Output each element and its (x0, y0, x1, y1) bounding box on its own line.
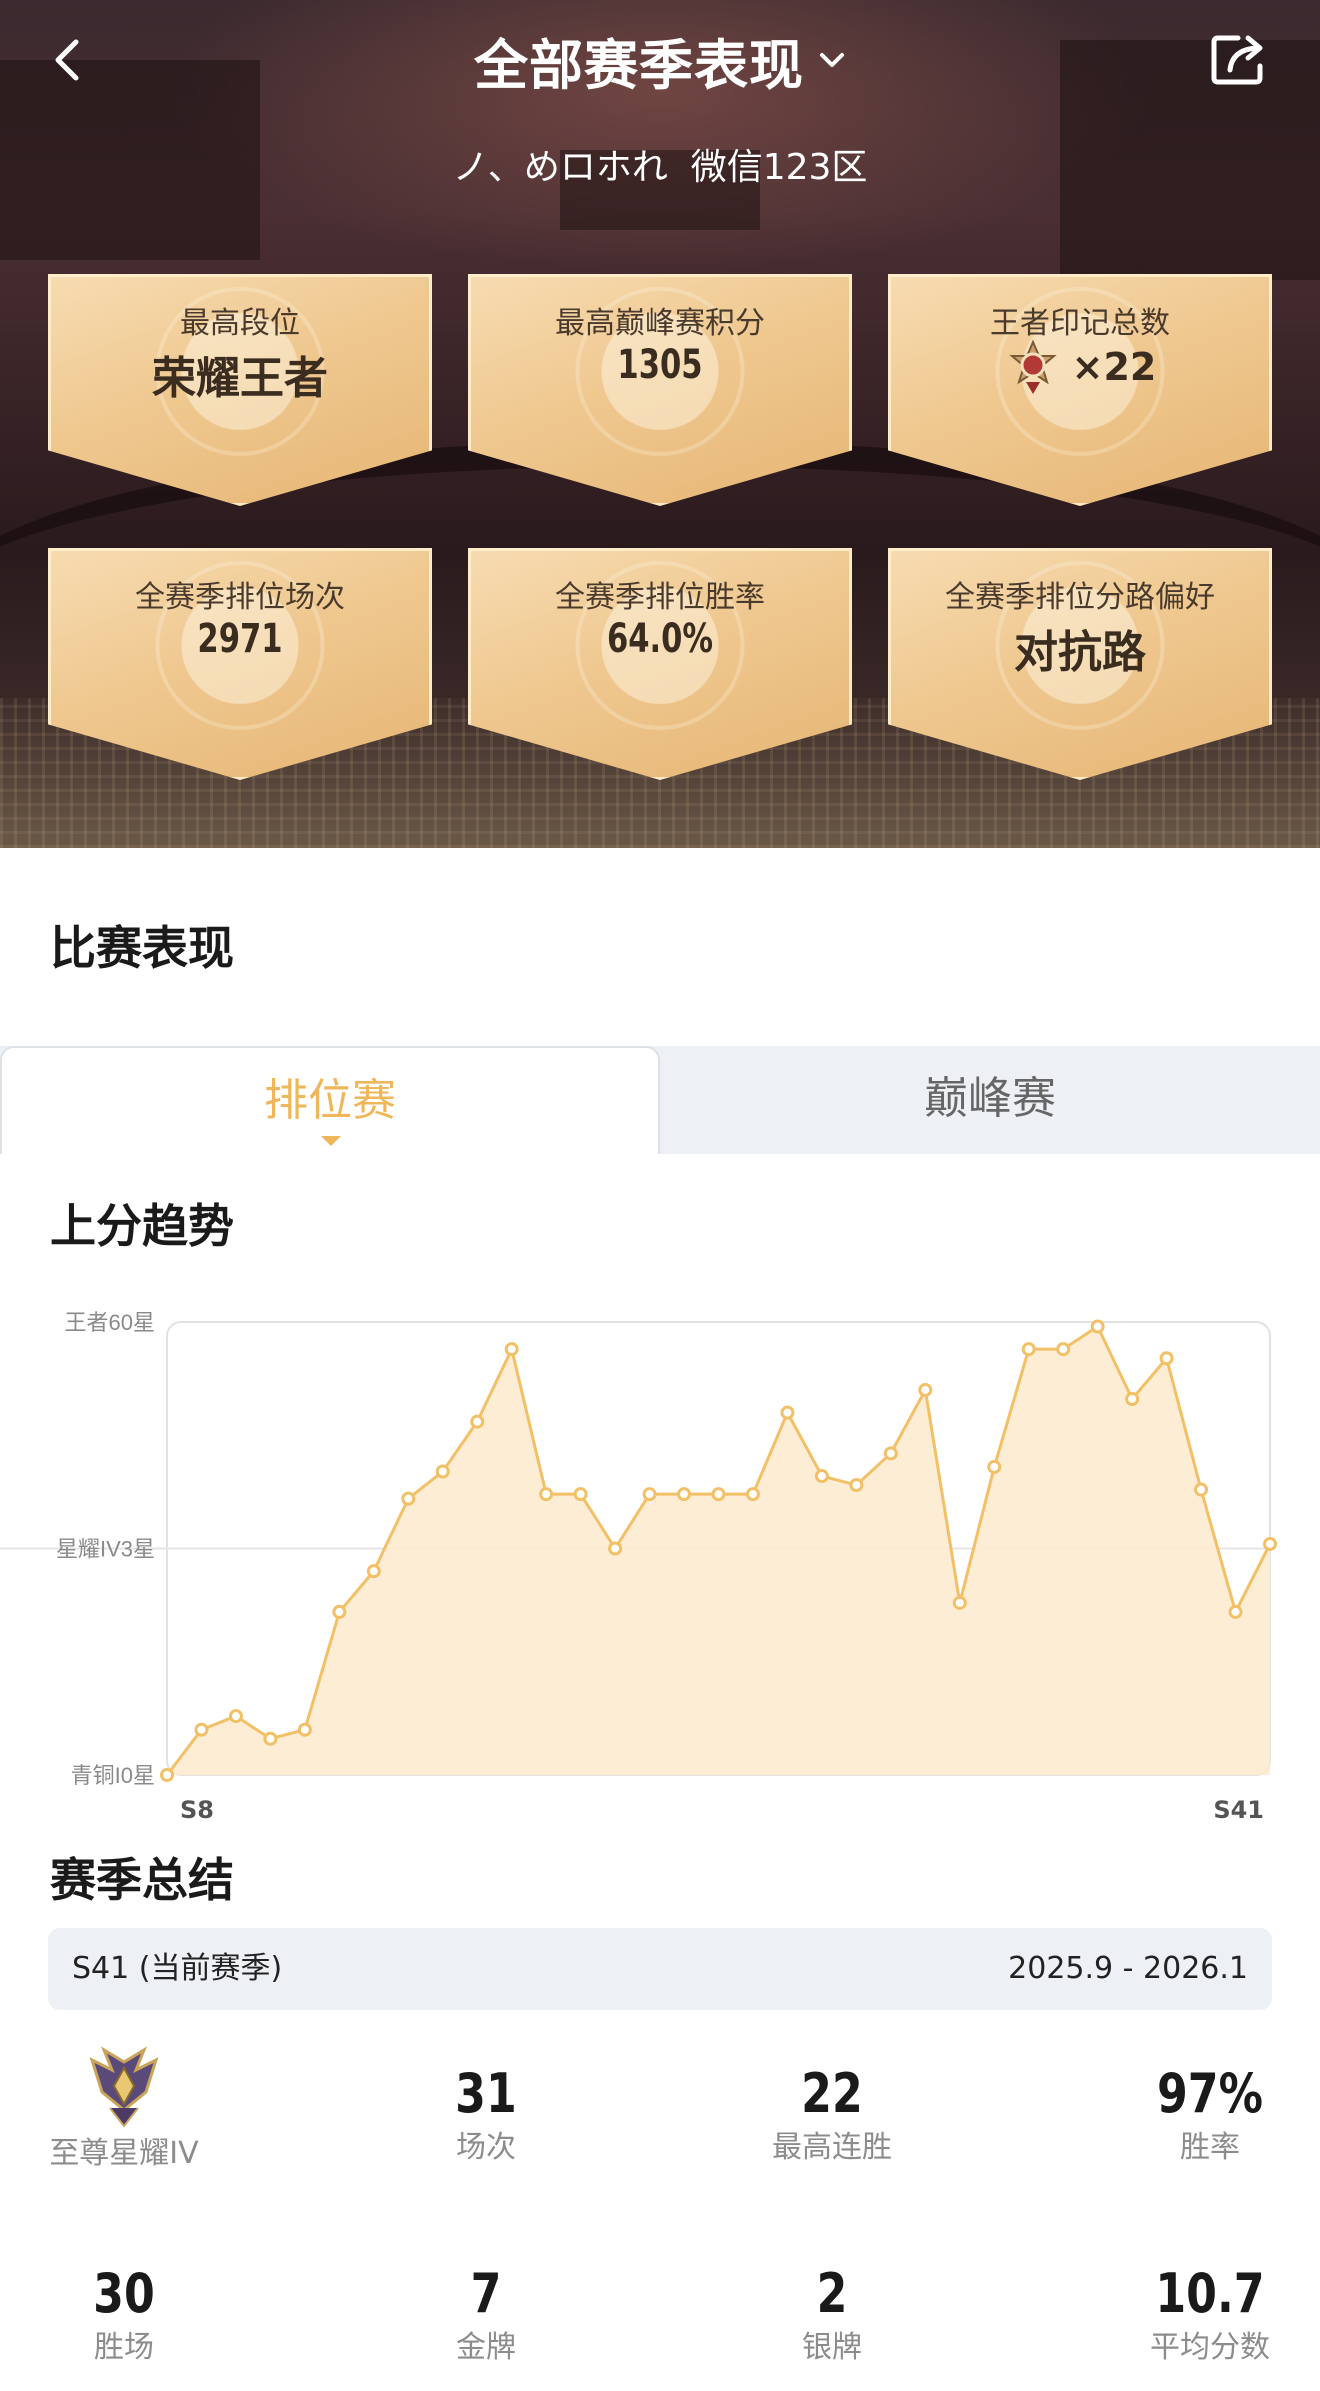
data-point (194, 1722, 209, 1737)
rank-label: 至尊星耀IV (49, 2136, 199, 2171)
stat-label: 平均分数 (1150, 2330, 1270, 2365)
data-point (1159, 1351, 1174, 1366)
stat-games: 31 场次 (366, 2064, 606, 2168)
data-point (1090, 1319, 1105, 1334)
stat-label: 最高连胜 (772, 2130, 892, 2165)
data-point (263, 1731, 278, 1746)
data-point (883, 1446, 898, 1461)
tab-ranked[interactable]: 排位赛 (0, 1046, 660, 1154)
card-value: 荣耀王者 (152, 353, 328, 404)
tab-label: 排位赛 (264, 1075, 396, 1126)
card-label: 全赛季排位场次 (135, 580, 345, 615)
tab-label: 巅峰赛 (924, 1073, 1056, 1124)
data-point (401, 1491, 416, 1506)
data-point (1228, 1604, 1243, 1619)
data-point (608, 1541, 623, 1556)
data-point (780, 1405, 795, 1420)
stat-label: 胜场 (94, 2330, 154, 2365)
data-point (1125, 1392, 1140, 1407)
data-point (1194, 1482, 1209, 1497)
player-info: ノ、めロホれ 微信123区 (452, 147, 868, 188)
data-point (1021, 1342, 1036, 1357)
x-tick-label: S8 (180, 1796, 214, 1824)
y-tick-label: 王者60星 (65, 1310, 155, 1335)
stat-value: 7 (470, 2262, 502, 2325)
data-point (332, 1604, 347, 1619)
data-point (918, 1382, 933, 1397)
data-point (1056, 1342, 1071, 1357)
card-value: 64.0% (606, 616, 714, 662)
stat-longest-streak: 22 最高连胜 (712, 2064, 952, 2168)
data-point (952, 1595, 967, 1610)
data-point (539, 1487, 554, 1502)
card-label: 最高巅峰赛积分 (555, 306, 765, 341)
stat-label: 场次 (456, 2130, 516, 2165)
data-point (160, 1768, 174, 1782)
stat-win-rate: 97% 胜率 (1090, 2064, 1320, 2168)
data-point (1263, 1536, 1277, 1551)
mode-tabs: 排位赛 巅峰赛 (0, 1046, 1320, 1154)
card-value: 2971 (197, 616, 283, 662)
tab-peak[interactable]: 巅峰赛 (660, 1046, 1320, 1154)
page-title: 全部赛季表现 (474, 33, 804, 97)
rank-trend-chart: 青铜I0星 星耀IV3星 王者60星 S8 S41 (0, 1310, 1277, 1824)
hero-banner: 全部赛季表现 ノ、めロホれ 微信123区 最高段位 荣耀王者 最高巅峰赛积分 1… (0, 0, 1320, 848)
data-point (435, 1464, 450, 1479)
data-point (814, 1469, 829, 1484)
card-value: 1305 (617, 342, 703, 388)
card-label: 全赛季排位胜率 (555, 580, 765, 615)
data-point (470, 1414, 485, 1429)
data-point (849, 1478, 864, 1493)
card-label: 最高段位 (180, 306, 300, 341)
card-value: ×22 (1071, 345, 1157, 389)
card-label: 全赛季排位分路偏好 (945, 580, 1215, 615)
data-point (745, 1487, 760, 1502)
rank-label-stat: 至尊星耀IV (4, 2130, 244, 2174)
stat-value: 31 (455, 2062, 517, 2125)
share-icon (1211, 35, 1263, 85)
data-point (573, 1487, 588, 1502)
stat-label: 金牌 (456, 2330, 516, 2365)
season-dates: 2025.9 - 2026.1 (1008, 1951, 1248, 1986)
stat-value: 30 (93, 2262, 155, 2325)
stat-value: 97% (1156, 2062, 1263, 2125)
data-point (987, 1459, 1002, 1474)
season-selector[interactable]: 全部赛季表现 (0, 24, 1320, 97)
stat-silver-medals: 2 银牌 (712, 2264, 952, 2368)
active-tab-indicator (321, 1136, 341, 1146)
data-point (366, 1564, 381, 1579)
data-point (228, 1709, 243, 1724)
season-header[interactable]: S41 (当前赛季) 2025.9 - 2026.1 (48, 1928, 1272, 2010)
section-title-summary: 赛季总结 (50, 1853, 234, 1907)
stat-wins: 30 胜场 (4, 2264, 244, 2368)
stat-label: 银牌 (802, 2330, 862, 2365)
data-point (642, 1487, 657, 1502)
king-mark-icon (1008, 339, 1057, 394)
rank-emblem-icon (89, 2046, 159, 2128)
data-point (504, 1342, 519, 1357)
stat-gold-medals: 7 金牌 (366, 2264, 606, 2368)
king-mark-count: ×22 (888, 338, 1272, 396)
share-button[interactable] (1208, 30, 1270, 88)
card-label: 王者印记总数 (990, 306, 1170, 341)
stat-label: 胜率 (1180, 2130, 1240, 2165)
y-tick-label: 星耀IV3星 (56, 1537, 155, 1562)
season-name: S41 (当前赛季) (72, 1951, 283, 1986)
x-tick-label: S41 (1213, 1796, 1264, 1824)
chevron-down-icon (820, 53, 844, 67)
stat-value: 2 (816, 2262, 848, 2325)
section-title-performance: 比赛表现 (50, 921, 234, 975)
data-point (297, 1722, 312, 1737)
stat-value: 10.7 (1155, 2262, 1265, 2325)
y-tick-label: 青铜I0星 (71, 1763, 155, 1788)
card-value: 对抗路 (1014, 627, 1146, 678)
stat-value: 22 (801, 2062, 863, 2125)
section-title-trend: 上分趋势 (50, 1199, 234, 1253)
data-point (711, 1487, 726, 1502)
data-point (677, 1487, 692, 1502)
stat-average-score: 10.7 平均分数 (1090, 2264, 1320, 2368)
